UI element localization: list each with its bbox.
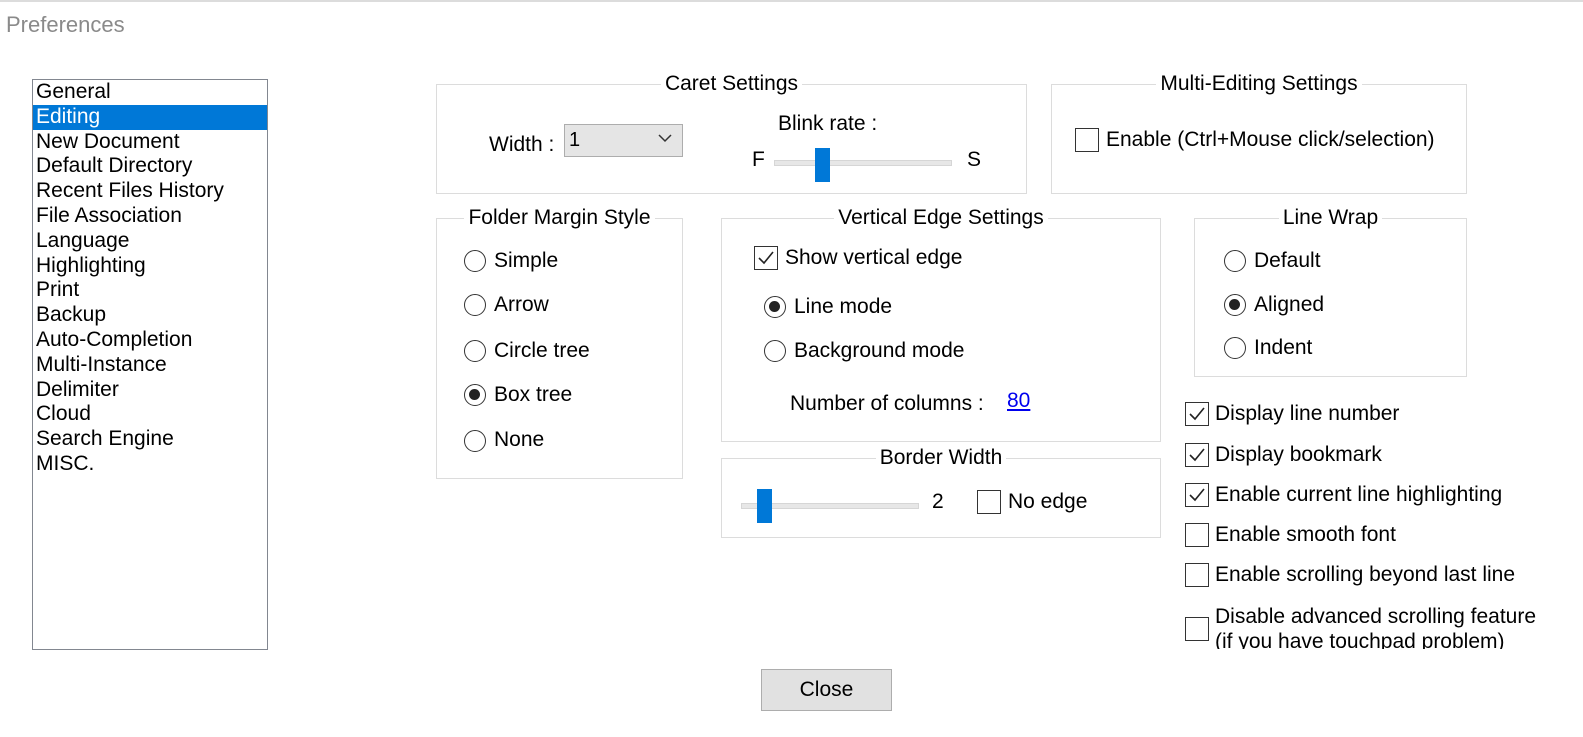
current-line-highlighting-checkbox[interactable] xyxy=(1185,483,1209,507)
number-of-columns-link[interactable]: 80 xyxy=(1007,388,1030,414)
number-of-columns-label: Number of columns : xyxy=(790,392,984,415)
show-vertical-edge-label: Show vertical edge xyxy=(785,246,963,269)
caret-width-dropdown[interactable]: 1 xyxy=(564,124,683,157)
caret-settings-group: Caret Settings Width : 1 Blink rate : F … xyxy=(436,72,1027,194)
radio-simple-label: Simple xyxy=(494,249,559,272)
radio-wrap-aligned-label: Aligned xyxy=(1254,293,1325,316)
blink-rate-label: Blink rate : xyxy=(778,112,878,135)
radio-simple[interactable] xyxy=(464,250,486,272)
category-list[interactable]: General Editing New Document Default Dir… xyxy=(32,79,268,650)
caret-settings-title: Caret Settings xyxy=(660,72,803,95)
disable-advanced-scrolling-note-clip: (if you have touchpad problem) xyxy=(1215,629,1535,649)
category-item-editing[interactable]: Editing xyxy=(33,104,267,130)
radio-none-label: None xyxy=(494,428,545,451)
category-item-new-document[interactable]: New Document xyxy=(33,130,267,155)
display-line-number-label: Display line number xyxy=(1215,402,1400,425)
radio-wrap-default-label: Default xyxy=(1254,249,1321,272)
category-item-delimiter[interactable]: Delimiter xyxy=(33,378,267,403)
display-bookmark-checkbox[interactable] xyxy=(1185,443,1209,467)
display-bookmark-label: Display bookmark xyxy=(1215,443,1382,466)
vertical-edge-settings-title: Vertical Edge Settings xyxy=(834,206,1048,229)
radio-line-mode-label: Line mode xyxy=(794,295,893,318)
checkmark-icon xyxy=(1189,407,1205,421)
category-item-search-engine[interactable]: Search Engine xyxy=(33,427,267,452)
multi-editing-title: Multi-Editing Settings xyxy=(1156,72,1362,95)
category-item-recent-files-history[interactable]: Recent Files History xyxy=(33,179,267,204)
border-width-group: Border Width 2 No edge xyxy=(721,446,1161,538)
smooth-font-label: Enable smooth font xyxy=(1215,523,1396,546)
disable-advanced-scrolling-label: Disable advanced scrolling feature xyxy=(1215,605,1537,628)
caret-width-label: Width : xyxy=(489,133,555,156)
vertical-edge-settings-group: Vertical Edge Settings Show vertical edg… xyxy=(721,206,1161,442)
category-item-language[interactable]: Language xyxy=(33,229,267,254)
multi-editing-enable-checkbox[interactable] xyxy=(1075,128,1099,152)
line-wrap-title: Line Wrap xyxy=(1278,206,1383,229)
folder-margin-style-group: Folder Margin Style Simple Arrow Circle … xyxy=(436,206,683,479)
category-item-auto-completion[interactable]: Auto-Completion xyxy=(33,328,267,353)
category-item-cloud[interactable]: Cloud xyxy=(33,402,267,427)
radio-wrap-indent-label: Indent xyxy=(1254,336,1313,359)
window-top-edge xyxy=(0,0,1583,2)
radio-circle-tree[interactable] xyxy=(464,340,486,362)
chevron-down-icon xyxy=(658,134,672,143)
folder-margin-style-title: Folder Margin Style xyxy=(464,206,655,229)
radio-wrap-aligned[interactable] xyxy=(1224,294,1246,316)
blink-slow-label: S xyxy=(967,148,982,171)
multi-editing-enable-label: Enable (Ctrl+Mouse click/selection) xyxy=(1106,128,1435,151)
blink-rate-track[interactable] xyxy=(774,160,952,166)
scroll-beyond-last-line-checkbox[interactable] xyxy=(1185,563,1209,587)
category-item-file-association[interactable]: File Association xyxy=(33,204,267,229)
multi-editing-group: Multi-Editing Settings Enable (Ctrl+Mous… xyxy=(1051,72,1467,194)
border-width-value: 2 xyxy=(932,490,944,513)
scroll-beyond-last-line-label: Enable scrolling beyond last line xyxy=(1215,563,1516,586)
radio-wrap-default[interactable] xyxy=(1224,250,1246,272)
category-item-backup[interactable]: Backup xyxy=(33,303,267,328)
no-edge-label: No edge xyxy=(1008,490,1088,513)
radio-wrap-indent[interactable] xyxy=(1224,337,1246,359)
blink-fast-label: F xyxy=(752,148,765,171)
radio-line-mode[interactable] xyxy=(764,296,786,318)
current-line-highlighting-label: Enable current line highlighting xyxy=(1215,483,1503,506)
radio-arrow[interactable] xyxy=(464,294,486,316)
close-button[interactable]: Close xyxy=(761,669,892,711)
category-item-default-directory[interactable]: Default Directory xyxy=(33,154,267,179)
radio-circle-tree-label: Circle tree xyxy=(494,339,590,362)
radio-background-mode[interactable] xyxy=(764,340,786,362)
checkmark-icon xyxy=(758,251,774,265)
radio-box-tree[interactable] xyxy=(464,384,486,406)
border-width-title: Border Width xyxy=(875,446,1007,469)
radio-arrow-label: Arrow xyxy=(494,293,549,316)
border-width-slider-thumb[interactable] xyxy=(757,489,773,523)
show-vertical-edge-checkbox[interactable] xyxy=(754,246,778,270)
disable-advanced-scrolling-note: (if you have touchpad problem) xyxy=(1215,630,1505,649)
no-edge-checkbox[interactable] xyxy=(977,490,1001,514)
category-item-misc[interactable]: MISC. xyxy=(33,452,267,477)
checkmark-icon xyxy=(1189,488,1205,502)
line-wrap-group: Line Wrap Default Aligned Indent xyxy=(1194,206,1467,377)
category-item-highlighting[interactable]: Highlighting xyxy=(33,254,267,279)
radio-background-mode-label: Background mode xyxy=(794,339,965,362)
window-title: Preferences xyxy=(6,12,125,37)
checkmark-icon xyxy=(1189,448,1205,462)
smooth-font-checkbox[interactable] xyxy=(1185,523,1209,547)
radio-none[interactable] xyxy=(464,430,486,452)
caret-width-value: 1 xyxy=(569,129,581,151)
category-item-print[interactable]: Print xyxy=(33,278,267,303)
blink-rate-slider-thumb[interactable] xyxy=(814,148,830,182)
radio-box-tree-label: Box tree xyxy=(494,383,573,406)
disable-advanced-scrolling-checkbox[interactable] xyxy=(1185,617,1209,641)
category-item-multi-instance[interactable]: Multi-Instance xyxy=(33,353,267,378)
category-item-general[interactable]: General xyxy=(33,80,267,105)
display-line-number-checkbox[interactable] xyxy=(1185,402,1209,426)
